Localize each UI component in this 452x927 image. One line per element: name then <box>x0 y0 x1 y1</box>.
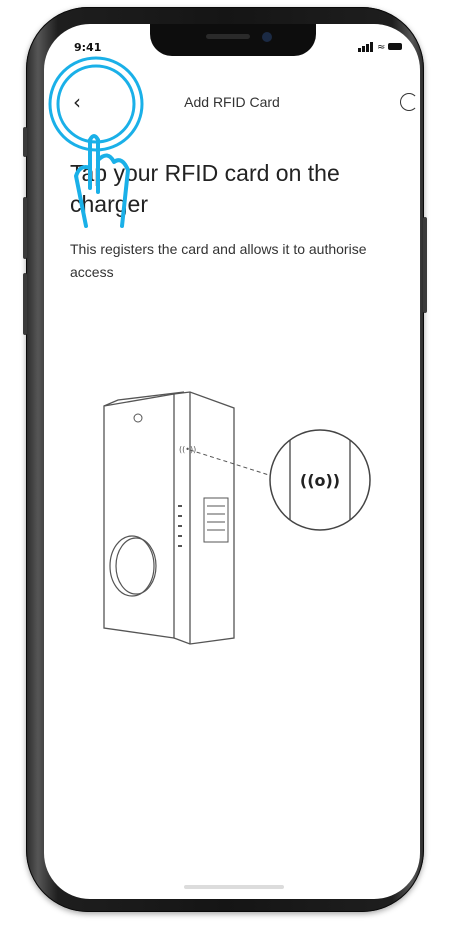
nav-bar: Add RFID Card ‹ <box>44 86 420 118</box>
home-indicator[interactable] <box>184 885 284 889</box>
volume-up-button <box>23 197 27 259</box>
volume-down-button <box>23 273 27 335</box>
status-icons: ≈ <box>358 40 402 54</box>
charging-socket <box>109 535 157 597</box>
charger-body <box>103 391 235 645</box>
logo-mark <box>133 413 143 423</box>
app-screen: 9:41 ≈ Add RFID Card ‹ Tap your RFID car… <box>44 24 420 899</box>
info-label <box>203 497 229 543</box>
instruction-heading: Tap your RFID card on the charger <box>70 160 340 217</box>
led-indicators <box>178 505 182 547</box>
chevron-left-icon: ‹ <box>73 90 81 114</box>
status-time: 9:41 <box>74 41 102 54</box>
page-title: Add RFID Card <box>184 94 280 110</box>
callout-line <box>189 449 273 477</box>
instruction-description: This registers the card and allows it to… <box>70 241 367 280</box>
charger-illustration: ((•)) ((o)) <box>94 376 384 660</box>
notch <box>150 24 316 56</box>
refresh-icon[interactable] <box>400 93 418 111</box>
power-button <box>423 217 427 313</box>
battery-icon <box>388 43 402 50</box>
rfid-reader-icon: ((•)) <box>179 445 196 454</box>
front-camera <box>262 32 272 42</box>
wifi-icon: ≈ <box>377 42 386 53</box>
back-button[interactable]: ‹ <box>62 86 92 118</box>
rfid-symbol: ((o)) <box>300 471 340 490</box>
mute-switch <box>23 127 27 157</box>
previous-screen-residue <box>138 63 298 75</box>
earpiece-speaker <box>206 34 250 39</box>
signal-icon <box>358 48 361 52</box>
